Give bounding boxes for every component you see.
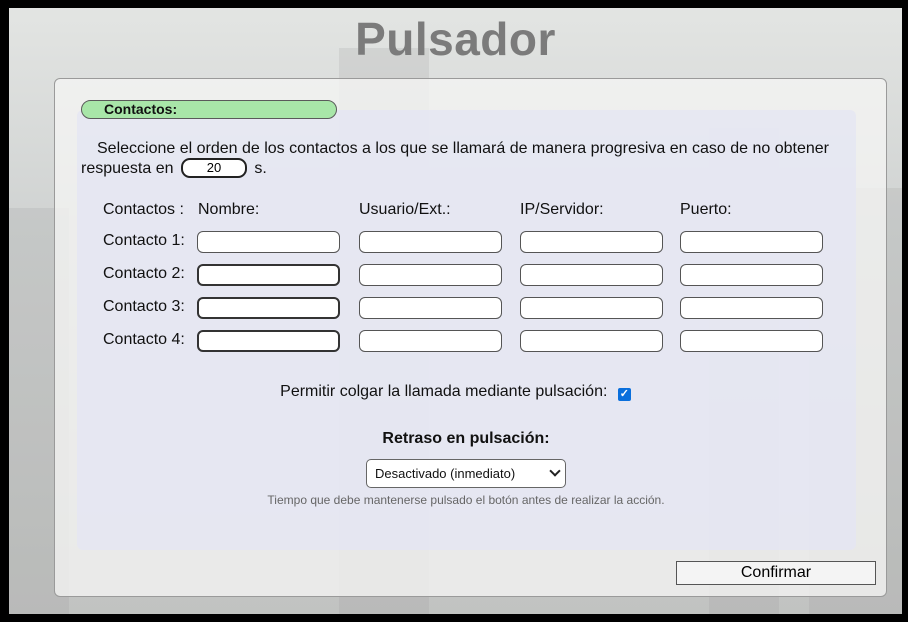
header-name: Nombre: — [198, 201, 260, 218]
contacts-intro: Seleccione el orden de los contactos a l… — [81, 139, 841, 179]
contact-4-label: Contacto 4: — [103, 331, 185, 348]
contact-2-server-input[interactable] — [520, 264, 663, 286]
contact-3-user-input[interactable] — [359, 297, 502, 319]
delay-label: Retraso en pulsación: — [382, 430, 550, 447]
contact-4-name-input[interactable] — [197, 330, 340, 352]
delay-selected-value: Desactivado (inmediato) — [375, 466, 516, 481]
seconds-unit: s. — [254, 160, 267, 177]
confirm-button[interactable]: Confirmar — [676, 561, 876, 585]
contact-3-server-input[interactable] — [520, 297, 663, 319]
hangup-label: Permitir colgar la llamada mediante puls… — [280, 383, 608, 400]
contact-1-label: Contacto 1: — [103, 232, 185, 249]
hangup-option: Permitir colgar la llamada mediante puls… — [9, 383, 902, 401]
contact-4-server-input[interactable] — [520, 330, 663, 352]
contact-3-name-input[interactable] — [197, 297, 340, 319]
contact-1-name-input[interactable] — [197, 231, 340, 253]
contact-3-label: Contacto 3: — [103, 298, 185, 315]
contact-2-label: Contacto 2: — [103, 265, 185, 282]
chevron-down-icon — [549, 465, 561, 477]
header-contacts: Contactos : — [103, 201, 184, 218]
timeout-seconds-input[interactable] — [180, 157, 247, 178]
header-user: Usuario/Ext.: — [359, 201, 451, 218]
contact-1-user-input[interactable] — [359, 231, 502, 253]
contact-4-user-input[interactable] — [359, 330, 502, 352]
contact-2-port-input[interactable] — [680, 264, 823, 286]
page-frame: Pulsador Contactos: Seleccione el orden … — [9, 8, 902, 614]
contact-2-name-input[interactable] — [197, 264, 340, 286]
delay-select[interactable]: Desactivado (inmediato) — [366, 459, 566, 488]
contact-3-port-input[interactable] — [680, 297, 823, 319]
contact-1-port-input[interactable] — [680, 231, 823, 253]
header-port: Puerto: — [680, 201, 732, 218]
page-title: Pulsador — [355, 13, 556, 65]
hangup-checkbox[interactable]: ✓ — [617, 388, 631, 401]
contact-2-user-input[interactable] — [359, 264, 502, 286]
delay-hint: Tiempo que debe mantenerse pulsado el bo… — [267, 493, 665, 507]
contact-1-server-input[interactable] — [520, 231, 663, 253]
header-server: IP/Servidor: — [520, 201, 604, 218]
contact-4-port-input[interactable] — [680, 330, 823, 352]
contacts-section-label: Contactos: — [81, 100, 337, 119]
